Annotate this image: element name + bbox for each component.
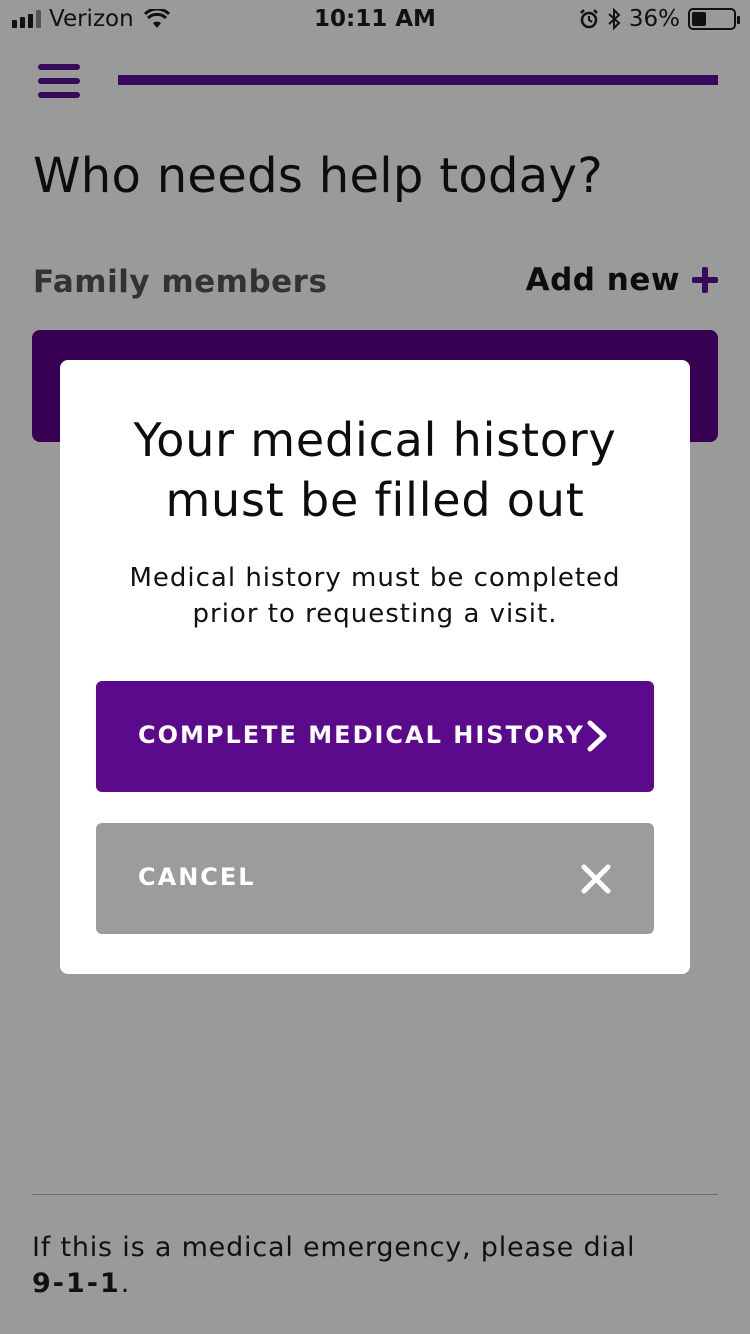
- screen: Verizon 10:11 AM 36% Who needs help toda…: [0, 0, 750, 1334]
- modal-body: Medical history must be completed prior …: [90, 560, 660, 632]
- battery-icon: [688, 8, 740, 30]
- cancel-label: CANCEL: [138, 863, 256, 891]
- emergency-number[interactable]: 9-1-1: [32, 1268, 121, 1299]
- status-bar: Verizon 10:11 AM 36%: [0, 0, 750, 40]
- family-members-label: Family members: [33, 264, 328, 300]
- close-icon: [581, 864, 611, 894]
- emergency-notice: If this is a medical emergency, please d…: [32, 1230, 722, 1302]
- cancel-button[interactable]: CANCEL: [96, 823, 654, 934]
- emergency-suffix: .: [120, 1268, 131, 1299]
- bluetooth-icon: [608, 8, 621, 30]
- alarm-icon: [579, 9, 598, 29]
- progress-fill: [118, 75, 718, 85]
- add-new-label: Add new: [525, 262, 680, 298]
- chevron-right-icon: [587, 720, 607, 752]
- page-title: Who needs help today?: [33, 148, 603, 204]
- modal-title-line2: must be filled out: [165, 473, 585, 527]
- plus-icon: [692, 267, 718, 293]
- menu-icon[interactable]: [38, 64, 80, 100]
- modal-title: Your medical history must be filled out: [0, 410, 750, 530]
- battery-percent: 36%: [628, 6, 680, 32]
- modal-title-line1: Your medical history: [133, 413, 617, 467]
- add-new-button[interactable]: Add new: [526, 262, 718, 298]
- progress-bar: [118, 75, 718, 85]
- battery-fill: [692, 12, 707, 26]
- modal-body-line2: prior to requesting a visit.: [192, 599, 558, 629]
- emergency-text: If this is a medical emergency, please d…: [32, 1232, 636, 1263]
- complete-medical-history-label: COMPLETE MEDICAL HISTORY: [138, 721, 585, 749]
- modal-body-line1: Medical history must be completed: [129, 563, 621, 593]
- status-right: 36%: [579, 6, 740, 32]
- footer-divider: [32, 1194, 718, 1195]
- complete-medical-history-button[interactable]: COMPLETE MEDICAL HISTORY: [96, 681, 654, 792]
